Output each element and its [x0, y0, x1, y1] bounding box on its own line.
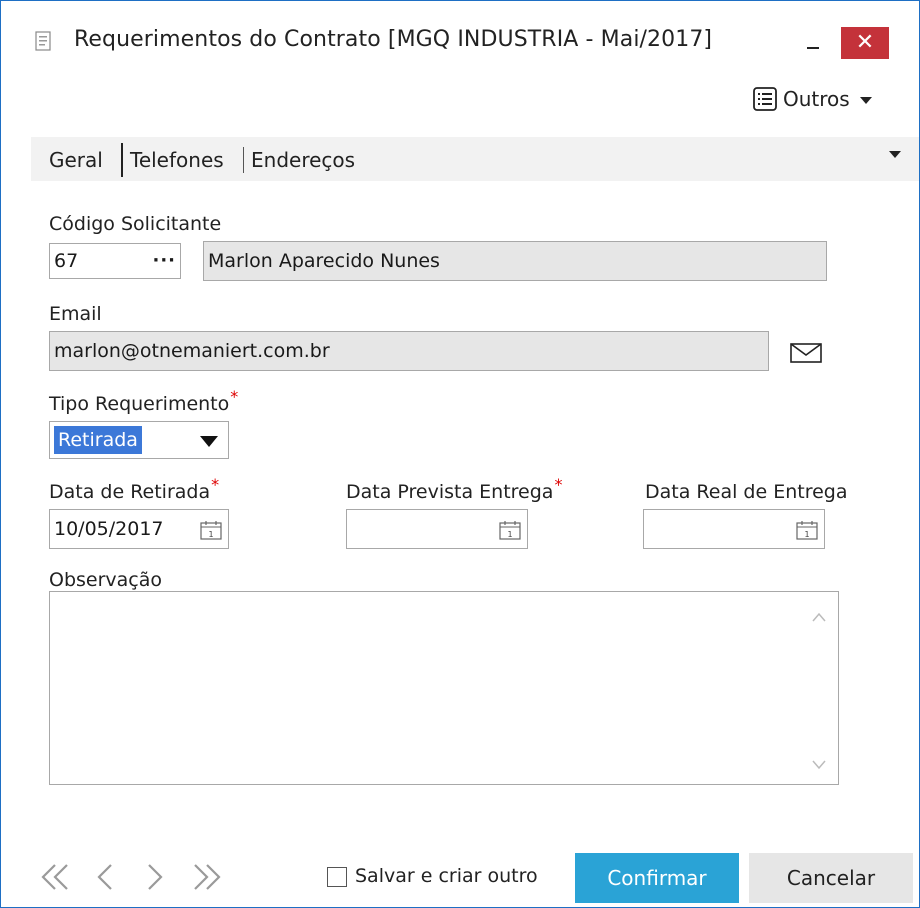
save-and-new-label[interactable]: Salvar e criar outro	[355, 865, 538, 887]
next-icon[interactable]	[139, 857, 173, 897]
close-button[interactable]: ✕	[841, 27, 889, 59]
outros-menu-button[interactable]: Outros	[753, 83, 872, 115]
chevron-down-icon	[859, 96, 872, 104]
minimize-button[interactable]	[791, 27, 835, 59]
tipo-requerimento-select[interactable]: Retirada	[49, 421, 229, 459]
calendar-icon[interactable]: 1	[796, 520, 818, 540]
tab-separator	[121, 143, 123, 177]
first-icon[interactable]	[39, 857, 73, 897]
email-label: Email	[49, 303, 102, 325]
minimize-icon	[807, 47, 819, 49]
tipo-requerimento-value: Retirada	[54, 426, 142, 454]
dropdown-arrow-icon	[200, 436, 218, 447]
calendar-icon[interactable]: 1	[499, 520, 521, 540]
svg-text:1: 1	[804, 530, 809, 539]
tab-telefones[interactable]: Telefones	[130, 145, 224, 175]
prev-icon[interactable]	[91, 857, 125, 897]
solicitante-code-field[interactable]: 67 ···	[49, 243, 181, 279]
data-real-label: Data Real de Entrega	[645, 481, 848, 503]
title-bar[interactable]: Requerimentos do Contrato [MGQ INDUSTRIA…	[1, 1, 919, 81]
svg-text:1: 1	[208, 530, 213, 539]
email-value: marlon@otnemaniert.com.br	[54, 340, 330, 362]
solicitante-label: Código Solicitante	[49, 213, 222, 235]
calendar-icon[interactable]: 1	[200, 520, 222, 540]
observacao-label: Observação	[49, 569, 163, 591]
mail-icon[interactable]	[789, 341, 823, 365]
tab-enderecos[interactable]: Endereços	[251, 145, 355, 175]
svg-text:1: 1	[507, 530, 512, 539]
solicitante-name-field: Marlon Aparecido Nunes	[203, 241, 827, 281]
confirm-button[interactable]: Confirmar	[575, 853, 739, 903]
list-icon	[753, 87, 777, 111]
required-marker: *	[211, 475, 220, 494]
solicitante-code-value: 67	[54, 250, 79, 272]
cancel-button[interactable]: Cancelar	[749, 853, 913, 903]
data-retirada-label: Data de Retirada*	[49, 475, 220, 503]
last-icon[interactable]	[189, 857, 223, 897]
data-prevista-field[interactable]: 1	[346, 509, 528, 549]
scroll-down-icon[interactable]	[812, 760, 826, 770]
solicitante-name-value: Marlon Aparecido Nunes	[208, 250, 440, 272]
required-marker: *	[230, 387, 239, 406]
scroll-up-icon[interactable]	[812, 612, 826, 622]
data-real-field[interactable]: 1	[643, 509, 825, 549]
required-marker: *	[554, 475, 563, 494]
observacao-textarea[interactable]	[49, 591, 839, 785]
tabs-overflow-icon[interactable]	[889, 151, 901, 158]
document-icon	[35, 31, 51, 51]
email-field[interactable]: marlon@otnemaniert.com.br	[49, 331, 769, 371]
tab-separator	[243, 147, 244, 173]
data-retirada-value: 10/05/2017	[54, 518, 164, 540]
data-retirada-field[interactable]: 10/05/2017 1	[49, 509, 229, 549]
lookup-button[interactable]: ···	[152, 244, 176, 278]
tab-geral[interactable]: Geral	[49, 145, 103, 175]
window-title: Requerimentos do Contrato [MGQ INDUSTRIA…	[74, 27, 713, 52]
dialog-window: Requerimentos do Contrato [MGQ INDUSTRIA…	[0, 0, 920, 908]
save-and-new-checkbox[interactable]	[327, 867, 347, 887]
outros-label: Outros	[783, 87, 850, 111]
tab-bar: Geral Telefones Endereços	[31, 137, 919, 181]
tipo-requerimento-label: Tipo Requerimento*	[49, 387, 239, 415]
data-prevista-label: Data Prevista Entrega*	[346, 475, 563, 503]
